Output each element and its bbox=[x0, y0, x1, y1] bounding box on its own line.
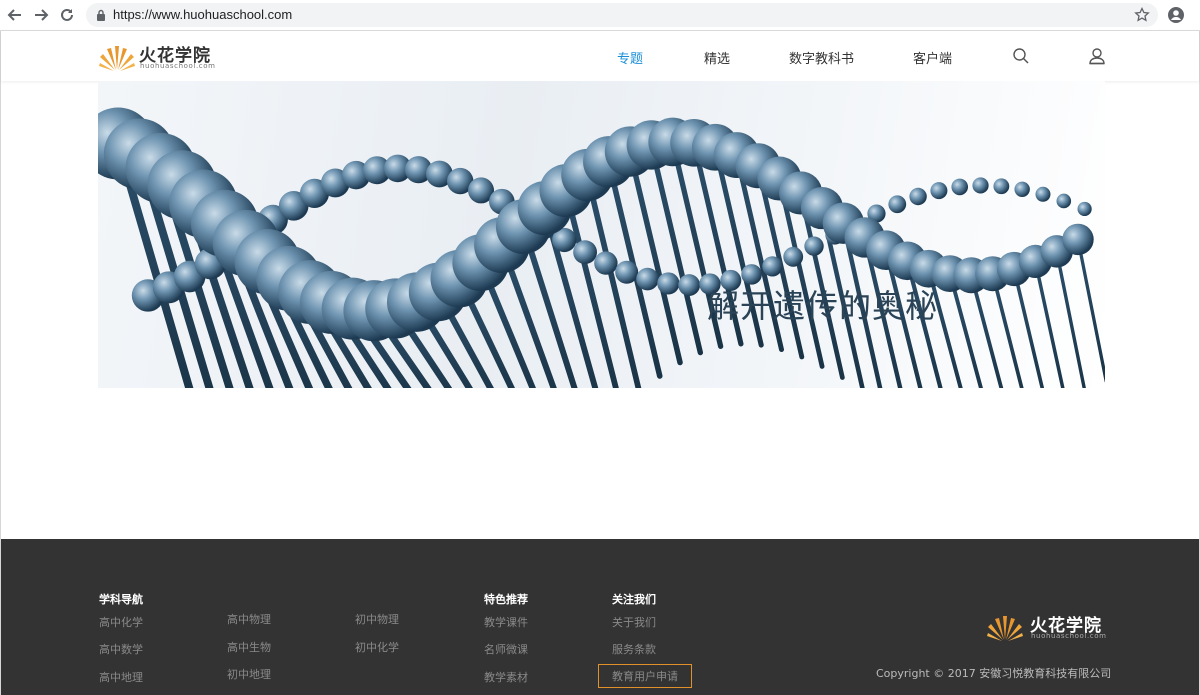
helix-ball bbox=[657, 272, 680, 295]
helix-rod bbox=[1054, 249, 1086, 388]
lock-icon bbox=[97, 9, 105, 21]
flame-logo-icon bbox=[987, 616, 1023, 641]
footer-link[interactable]: 高中物理 bbox=[227, 611, 271, 627]
footer-link[interactable]: 初中地理 bbox=[227, 666, 271, 682]
account-circle-icon[interactable] bbox=[1167, 6, 1185, 24]
page: 火花学院 huohuaschool.com 专题 精选 数字教科书 客户端 解开… bbox=[0, 31, 1200, 695]
edu-user-apply-button[interactable]: 教育用户申请 bbox=[598, 664, 692, 688]
site-logo[interactable]: 火花学院 huohuaschool.com bbox=[98, 39, 228, 73]
site-header: 火花学院 huohuaschool.com 专题 精选 数字教科书 客户端 bbox=[1, 31, 1199, 81]
nav-digital-textbooks[interactable]: 数字教科书 bbox=[789, 48, 854, 67]
nav-topics[interactable]: 专题 bbox=[617, 48, 643, 67]
reload-icon[interactable] bbox=[58, 6, 76, 24]
helix-ball bbox=[909, 187, 927, 206]
banner-title: 解开遗传的奥秘 bbox=[707, 287, 939, 325]
nav-client[interactable]: 客户端 bbox=[913, 48, 952, 67]
footer-link[interactable]: 高中生物 bbox=[227, 639, 271, 655]
helix-ball bbox=[573, 240, 597, 265]
back-arrow-icon[interactable] bbox=[6, 6, 24, 24]
helix-ball bbox=[615, 260, 639, 284]
helix-ball bbox=[972, 177, 989, 194]
helix-rod bbox=[648, 142, 704, 356]
logo-domain: huohuaschool.com bbox=[140, 62, 216, 70]
subject-nav-heading: 学科导航 bbox=[99, 593, 143, 606]
follow-heading: 关注我们 bbox=[612, 593, 656, 606]
helix-ball bbox=[1056, 193, 1072, 209]
copyright: Copyright © 2017 安徽习悦教育科技有限公司 bbox=[876, 667, 1112, 680]
helix-ball bbox=[993, 178, 1010, 195]
site-footer: 学科导航 高中化学 高中数学 高中地理 高中物理 高中生物 初中地理 初中物理 … bbox=[1, 539, 1199, 695]
user-icon[interactable] bbox=[1088, 47, 1106, 65]
footer-logo-domain: huohuaschool.com bbox=[1031, 632, 1107, 640]
helix-ball bbox=[594, 251, 618, 275]
bookmark-star-icon[interactable] bbox=[1134, 7, 1150, 23]
flame-logo-icon bbox=[99, 46, 135, 71]
helix-ball bbox=[1035, 186, 1051, 202]
address-bar[interactable]: https://www.huohuaschool.com bbox=[86, 3, 1158, 27]
helix-ball bbox=[762, 256, 783, 277]
footer-link[interactable]: 关于我们 bbox=[612, 614, 656, 630]
helix-ball bbox=[951, 178, 969, 196]
helix-ball bbox=[888, 195, 907, 214]
footer-link[interactable]: 教学素材 bbox=[484, 669, 528, 685]
nav-featured[interactable]: 精选 bbox=[704, 48, 730, 67]
hero-banner[interactable]: 解开遗传的奥秘 bbox=[98, 81, 1105, 388]
footer-link[interactable]: 高中数学 bbox=[99, 641, 143, 657]
helix-rod bbox=[627, 148, 683, 366]
footer-logo[interactable]: 火花学院 huohuaschool.com bbox=[986, 609, 1106, 643]
helix-ball bbox=[1062, 223, 1094, 256]
url-text[interactable]: https://www.huohuaschool.com bbox=[113, 7, 292, 22]
search-icon[interactable] bbox=[1012, 47, 1030, 65]
footer-link[interactable]: 教学课件 bbox=[484, 614, 528, 630]
helix-rod bbox=[563, 187, 619, 388]
helix-ball bbox=[930, 182, 948, 200]
dna-helix-image bbox=[98, 107, 1105, 388]
footer-link[interactable]: 名师微课 bbox=[484, 641, 528, 657]
featured-heading: 特色推荐 bbox=[484, 593, 528, 606]
helix-ball bbox=[1014, 181, 1030, 198]
footer-link[interactable]: 高中地理 bbox=[99, 669, 143, 685]
helix-ball bbox=[783, 246, 804, 267]
helix-ball bbox=[804, 236, 824, 256]
helix-ball bbox=[678, 274, 701, 296]
helix-ball bbox=[1077, 201, 1092, 217]
helix-ball bbox=[636, 267, 659, 291]
forward-arrow-icon[interactable] bbox=[32, 6, 50, 24]
footer-link[interactable]: 高中化学 bbox=[99, 614, 143, 630]
footer-link[interactable]: 服务条款 bbox=[612, 641, 656, 657]
helix-rod bbox=[1076, 237, 1105, 383]
footer-link[interactable]: 初中物理 bbox=[355, 611, 399, 627]
browser-toolbar: https://www.huohuaschool.com bbox=[0, 0, 1200, 31]
footer-link[interactable]: 初中化学 bbox=[355, 639, 399, 655]
